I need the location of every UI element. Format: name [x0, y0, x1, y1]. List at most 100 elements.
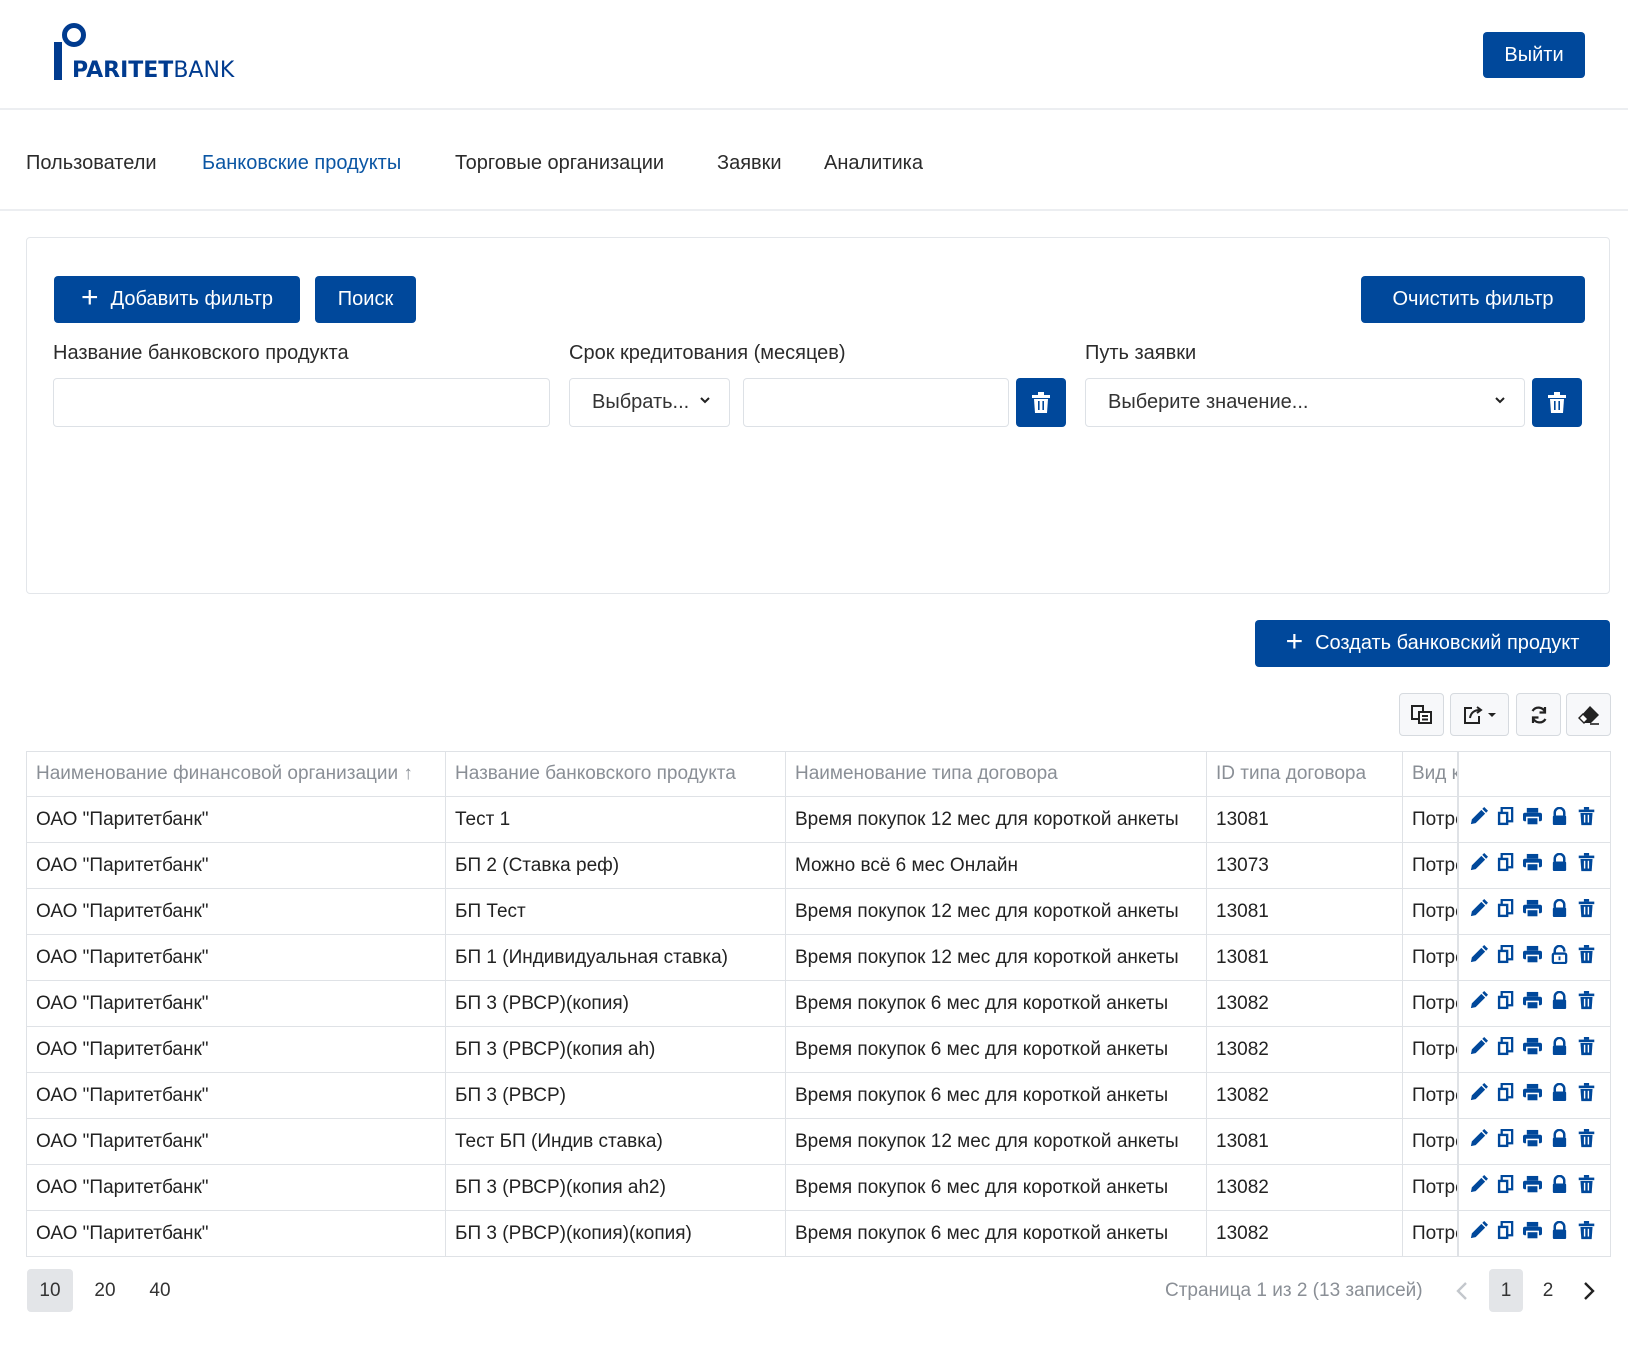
unlock-button[interactable]: [1550, 944, 1569, 970]
edit-button[interactable]: [1469, 1221, 1488, 1246]
cell-contract-id: 13082: [1206, 1072, 1403, 1119]
search-button[interactable]: Поиск: [315, 276, 416, 323]
copy-button[interactable]: [1496, 898, 1515, 924]
table-row[interactable]: ОАО "Паритетбанк" БП 3 (РВСР)(копия ah2) В…: [26, 1164, 1611, 1211]
delete-button[interactable]: [1577, 853, 1596, 878]
column-header-org[interactable]: Наименование финансовой организации ↑: [26, 751, 446, 797]
caret-down-icon: [1487, 712, 1496, 717]
nav-item-merchants[interactable]: Торговые организации: [455, 152, 664, 175]
table-row[interactable]: ОАО "Паритетбанк" БП 3 (РВСР)(копия ah) Вр…: [26, 1026, 1611, 1073]
sort-asc-icon: ↑: [403, 763, 413, 784]
edit-button[interactable]: [1469, 991, 1488, 1016]
lock-button[interactable]: [1550, 1174, 1569, 1200]
nav-item-analytics[interactable]: Аналитика: [824, 152, 923, 175]
create-bank-product-button[interactable]: + Создать банковский продукт: [1255, 620, 1610, 667]
copy-button[interactable]: [1496, 806, 1515, 832]
page-button-2[interactable]: 2: [1531, 1269, 1565, 1312]
export-button[interactable]: [1450, 693, 1509, 736]
trash-icon: [1578, 807, 1594, 826]
add-filter-label: Добавить фильтр: [110, 288, 273, 310]
column-header-product[interactable]: Название банковского продукта: [445, 751, 786, 797]
table-row[interactable]: ОАО "Паритетбанк" БП 3 (РВСР) Время покупо…: [26, 1072, 1611, 1119]
print-button[interactable]: [1522, 1083, 1542, 1108]
edit-button[interactable]: [1469, 807, 1488, 832]
delete-term-filter-button[interactable]: [1016, 378, 1066, 427]
columns-button[interactable]: [1399, 693, 1444, 736]
table-row[interactable]: ОАО "Паритетбанк" БП Тест Время покупок 12…: [26, 888, 1611, 935]
copy-button[interactable]: [1496, 990, 1515, 1016]
table-row[interactable]: ОАО "Паритетбанк" БП 3 (РВСР)(копия)(копи…: [26, 1210, 1611, 1257]
print-button[interactable]: [1522, 1221, 1542, 1246]
table-row[interactable]: ОАО "Паритетбанк" Тест 1 Время покупок 12 …: [26, 796, 1611, 843]
add-filter-button[interactable]: + Добавить фильтр: [54, 276, 300, 323]
delete-button[interactable]: [1577, 1129, 1596, 1154]
page-size-10[interactable]: 10: [27, 1269, 73, 1312]
table-row[interactable]: ОАО "Паритетбанк" Тест БП (Индив ставка) В…: [26, 1118, 1611, 1165]
term-operator-select[interactable]: Выбрать...: [569, 378, 730, 427]
lock-button[interactable]: [1550, 1036, 1569, 1062]
column-header-credit-kind[interactable]: Вид кредитования: [1402, 751, 1458, 797]
lock-button[interactable]: [1550, 898, 1569, 924]
edit-button[interactable]: [1469, 945, 1488, 970]
page-size-40[interactable]: 40: [137, 1269, 183, 1312]
column-header-contract-type[interactable]: Наименование типа договора: [785, 751, 1207, 797]
copy-button[interactable]: [1496, 852, 1515, 878]
delete-button[interactable]: [1577, 1083, 1596, 1108]
copy-button[interactable]: [1496, 1174, 1515, 1200]
path-select[interactable]: Выберите значение...: [1085, 378, 1525, 427]
delete-button[interactable]: [1577, 899, 1596, 924]
print-button[interactable]: [1522, 853, 1542, 878]
paritetbank-logo[interactable]: PARITETBANK: [50, 22, 250, 84]
copy-button[interactable]: [1496, 1036, 1515, 1062]
clear-filter-button[interactable]: Очистить фильтр: [1361, 276, 1585, 323]
print-button[interactable]: [1522, 1129, 1542, 1154]
page-size-20[interactable]: 20: [82, 1269, 128, 1312]
lock-button[interactable]: [1550, 1220, 1569, 1246]
delete-path-filter-button[interactable]: [1532, 378, 1582, 427]
refresh-button[interactable]: [1516, 693, 1561, 736]
nav-item-bank-products[interactable]: Банковские продукты: [202, 152, 401, 175]
edit-button[interactable]: [1469, 1083, 1488, 1108]
edit-button[interactable]: [1469, 1037, 1488, 1062]
logout-button[interactable]: Выйти: [1483, 32, 1585, 78]
prev-page-button[interactable]: [1445, 1269, 1479, 1312]
lock-button[interactable]: [1550, 1128, 1569, 1154]
copy-button[interactable]: [1496, 1128, 1515, 1154]
column-header-contract-id[interactable]: ID типа договора: [1206, 751, 1403, 797]
print-button[interactable]: [1522, 1175, 1542, 1200]
delete-button[interactable]: [1577, 1221, 1596, 1246]
edit-button[interactable]: [1469, 1175, 1488, 1200]
lock-button[interactable]: [1550, 990, 1569, 1016]
delete-button[interactable]: [1577, 807, 1596, 832]
term-value-input[interactable]: [743, 378, 1009, 427]
delete-button[interactable]: [1577, 1037, 1596, 1062]
print-button[interactable]: [1522, 991, 1542, 1016]
edit-button[interactable]: [1469, 899, 1488, 924]
next-page-button[interactable]: [1572, 1269, 1606, 1312]
print-button[interactable]: [1522, 945, 1542, 970]
edit-button[interactable]: [1469, 1129, 1488, 1154]
delete-button[interactable]: [1577, 1175, 1596, 1200]
table-row[interactable]: ОАО "Паритетбанк" БП 1 (Индивидуальная ст…: [26, 934, 1611, 981]
copy-button[interactable]: [1496, 1220, 1515, 1246]
page-button-1[interactable]: 1: [1489, 1269, 1523, 1312]
table-row[interactable]: ОАО "Паритетбанк" БП 2 (Ставка реф) Можно …: [26, 842, 1611, 889]
lock-icon: [1552, 1220, 1566, 1240]
print-button[interactable]: [1522, 899, 1542, 924]
copy-button[interactable]: [1496, 1082, 1515, 1108]
delete-button[interactable]: [1577, 945, 1596, 970]
lock-button[interactable]: [1550, 806, 1569, 832]
print-button[interactable]: [1522, 1037, 1542, 1062]
table-row[interactable]: ОАО "Паритетбанк" БП 3 (РВСР)(копия) Время…: [26, 980, 1611, 1027]
lock-button[interactable]: [1550, 852, 1569, 878]
copy-button[interactable]: [1496, 944, 1515, 970]
nav-item-users[interactable]: Пользователи: [26, 152, 157, 175]
lock-button[interactable]: [1550, 1082, 1569, 1108]
print-button[interactable]: [1522, 807, 1542, 832]
product-name-input[interactable]: [53, 378, 550, 427]
delete-button[interactable]: [1577, 991, 1596, 1016]
edit-button[interactable]: [1469, 853, 1488, 878]
nav-item-applications[interactable]: Заявки: [717, 152, 782, 175]
cell-product: БП 1 (Индивидуальная ставка): [445, 934, 786, 981]
clear-table-button[interactable]: [1566, 693, 1611, 736]
